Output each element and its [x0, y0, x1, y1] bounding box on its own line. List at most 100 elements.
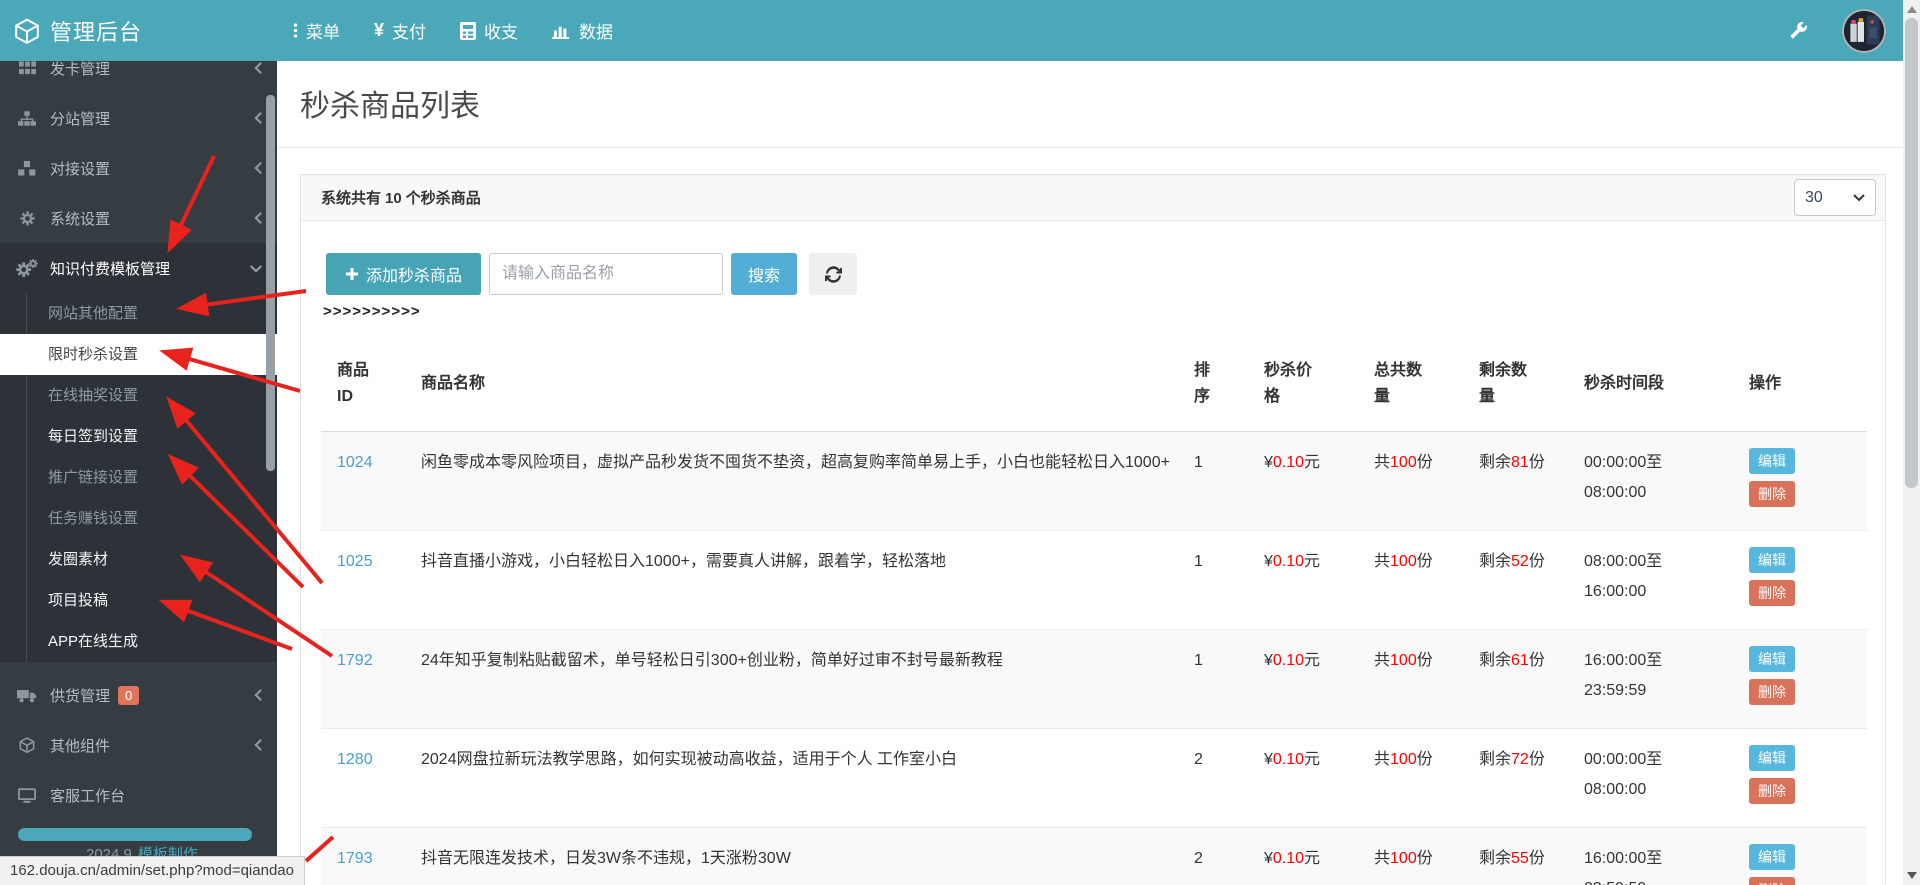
wrench-icon[interactable]	[1789, 21, 1808, 40]
navbar-item-menu[interactable]: 菜单	[293, 18, 340, 43]
sidebar-item-knowledge-pay-template[interactable]: 知识付费模板管理	[0, 243, 277, 293]
product-id-cell: 1025	[321, 529, 413, 629]
navbar-item-income[interactable]: 收支	[460, 18, 518, 43]
price-cell: ¥0.10元	[1256, 628, 1366, 728]
sidebar-item-label: 供货管理	[50, 687, 111, 705]
total-cell: 共100份	[1374, 453, 1433, 471]
navbar-item-data[interactable]: 数据	[552, 18, 613, 43]
page-size-select[interactable]: 30	[1794, 179, 1876, 216]
product-id-link[interactable]: 1793	[337, 850, 373, 867]
delete-button[interactable]: 删除	[1749, 579, 1795, 606]
sidebar-subitem-app-online-generate[interactable]: APP在线生成	[0, 621, 277, 662]
product-id-cell: 1280	[321, 727, 413, 827]
sidebar-scroll-pill[interactable]	[18, 828, 252, 841]
cube-logo-icon	[14, 18, 40, 44]
col-header-sort: 排序	[1186, 337, 1256, 432]
ops-cell: 编辑删除	[1741, 431, 1867, 530]
sort-cell: 2	[1186, 826, 1256, 885]
sidebar-item-label: 系统设置	[50, 210, 111, 228]
sidebar-subitem-promo-link-settings[interactable]: 推广链接设置	[0, 457, 277, 498]
delete-button[interactable]: 删除	[1749, 678, 1795, 705]
refresh-button[interactable]	[809, 253, 857, 295]
chart-icon	[552, 22, 571, 39]
col-header-time: 秒杀时间段	[1576, 337, 1741, 432]
navbar-item-label: 数据	[579, 23, 614, 42]
sidebar-subitem-task-earn-settings[interactable]: 任务赚钱设置	[0, 498, 277, 539]
sidebar-subitem-online-lottery-settings[interactable]: 在线抽奖设置	[0, 375, 277, 416]
chevron-left-icon	[254, 211, 263, 225]
ops-cell: 编辑删除	[1741, 826, 1867, 885]
navbar-right	[1789, 0, 1886, 61]
add-seckill-button[interactable]: 添加秒杀商品	[326, 253, 481, 295]
delete-button[interactable]: 删除	[1749, 480, 1795, 507]
sort-cell: 1	[1186, 628, 1256, 728]
product-id-link[interactable]: 1280	[337, 751, 373, 768]
remain-cell: 剩余81份	[1479, 453, 1545, 471]
page-scrollbar[interactable]	[1903, 0, 1920, 885]
sidebar-subitem-daily-checkin-settings[interactable]: 每日签到设置	[0, 416, 277, 457]
sidebar-subitem-flash-sale-settings[interactable]: 限时秒杀设置	[0, 334, 277, 375]
product-id-link[interactable]: 1792	[337, 652, 373, 669]
toolbar: 添加秒杀商品 搜索	[326, 253, 1885, 295]
table-row: 1025 抖音直播小游戏，小白轻松日入1000+，需要真人讲解，跟着学，轻松落地 1…	[321, 529, 1867, 629]
product-id-link[interactable]: 1024	[337, 454, 373, 471]
edit-button[interactable]: 编辑	[1749, 645, 1795, 672]
edit-button[interactable]: 编辑	[1749, 546, 1795, 573]
sidebar-item-other-components[interactable]: 其他组件	[0, 720, 277, 770]
sort-cell: 2	[1186, 727, 1256, 827]
sidebar-subitem-project-submission[interactable]: 项目投稿	[0, 580, 277, 621]
product-name-cell: 2024网盘拉新玩法教学思路，如何实现被动高收益，适用于个人 工作室小白	[413, 727, 1186, 827]
time-range-cell: 16:00:00至23:59:59	[1576, 628, 1741, 728]
product-name-input[interactable]	[489, 253, 723, 295]
sidebar-item-system-settings[interactable]: 系统设置	[0, 193, 277, 243]
sidebar-item-label: 分站管理	[50, 110, 111, 128]
sidebar-item-service-workbench[interactable]: 客服工作台	[0, 770, 277, 820]
sidebar-item-card-manage[interactable]: 发卡管理	[0, 61, 277, 93]
search-button[interactable]: 搜索	[731, 253, 797, 295]
sidebar-item-label: 客服工作台	[50, 787, 126, 805]
remain-cell: 剩余72份	[1471, 727, 1576, 827]
sort-cell: 1	[1186, 529, 1256, 629]
delete-button[interactable]: 删除	[1749, 777, 1795, 804]
edit-button[interactable]: 编辑	[1749, 447, 1795, 474]
arrows-text: >>>>>>>>>>	[323, 303, 421, 320]
sidebar-item-branch-manage[interactable]: 分站管理	[0, 93, 277, 143]
sidebar-scrollbar[interactable]	[266, 95, 275, 471]
sidebar-item-supply-manage[interactable]: 供货管理 0	[0, 670, 277, 720]
product-id-link[interactable]: 1025	[337, 553, 373, 570]
chevron-left-icon	[254, 111, 263, 125]
sidebar-item-integration-settings[interactable]: 对接设置	[0, 143, 277, 193]
total-cell: 共100份	[1366, 529, 1471, 629]
col-header-ops: 操作	[1741, 337, 1867, 432]
remain-cell: 剩余55份	[1471, 826, 1576, 885]
scroll-down-icon[interactable]	[1903, 867, 1920, 884]
total-cell: 共100份	[1366, 628, 1471, 728]
delete-button[interactable]: 删除	[1749, 876, 1795, 885]
status-url: 162.douja.cn/admin/set.php?mod=qiandao	[0, 856, 305, 885]
edit-button[interactable]: 编辑	[1749, 843, 1795, 870]
sidebar-subitem-moments-material[interactable]: 发圈素材	[0, 539, 277, 580]
seckill-table: 商品ID 商品名称 排序 秒杀价格 总共数量 剩余数量 秒杀时间段 操作 1024 闲鱼零成本零…	[321, 337, 1867, 885]
time-range-cell: 00:00:00至 08:00:00	[1576, 727, 1741, 827]
cubes-icon	[16, 160, 38, 176]
navbar-item-pay[interactable]: ¥ 支付	[374, 18, 426, 43]
total-cell: 共100份	[1366, 727, 1471, 827]
navbar-item-label: 支付	[392, 23, 427, 42]
sidebar-submenu: 网站其他配置 限时秒杀设置 在线抽奖设置 每日签到设置 推广链接设置 任务赚钱设置 发圈素材…	[0, 293, 277, 662]
tree-guide-line	[26, 293, 27, 662]
sidebar-subitem-site-other-config[interactable]: 网站其他配置	[0, 293, 277, 334]
desktop-icon	[16, 787, 38, 803]
col-header-name: 商品名称	[413, 337, 1186, 432]
grid-icon	[16, 61, 38, 75]
scrollbar-thumb[interactable]	[1905, 18, 1918, 488]
product-name-cell: 24年知乎复制粘贴截留术，单号轻松日引300+创业粉，简单好过审不封号最新教程	[413, 628, 1186, 728]
col-header-price: 秒杀价格	[1256, 337, 1366, 432]
brand[interactable]: 管理后台	[0, 15, 277, 47]
avatar[interactable]	[1842, 8, 1886, 53]
col-header-id: 商品ID	[321, 337, 413, 432]
navbar-item-label: 收支	[484, 23, 519, 42]
scroll-up-icon[interactable]	[1903, 1, 1920, 18]
chevron-left-icon	[254, 61, 263, 75]
table-row: 1280 2024网盘拉新玩法教学思路，如何实现被动高收益，适用于个人 工作室小白…	[321, 727, 1867, 827]
edit-button[interactable]: 编辑	[1749, 744, 1795, 771]
